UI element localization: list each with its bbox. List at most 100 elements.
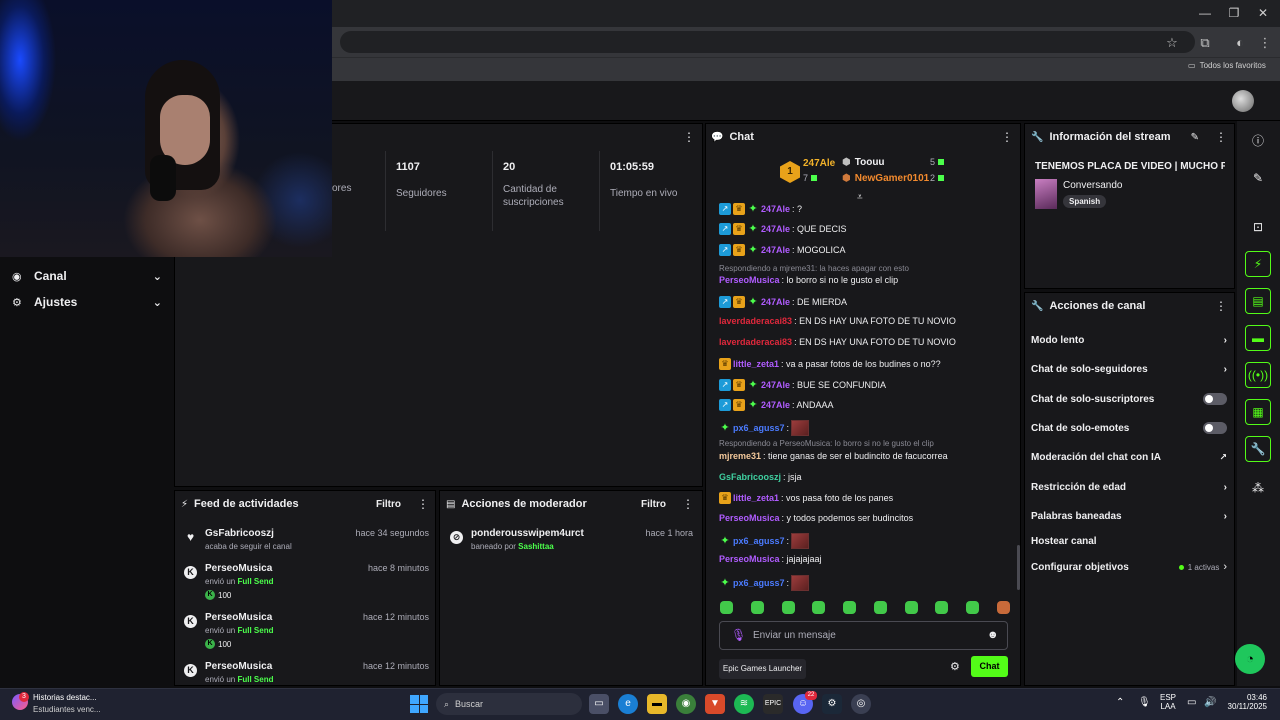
- chat-message[interactable]: ♛ little_zeta1: vos pasa foto de los pane…: [719, 492, 893, 504]
- volume-icon[interactable]: 🔊: [1204, 697, 1216, 708]
- stats-menu-icon[interactable]: ⋮: [683, 130, 695, 144]
- chat-username[interactable]: GsFabricooszj: [719, 472, 781, 482]
- action-subscribers-only[interactable]: Chat de solo-suscriptores: [1031, 391, 1227, 407]
- mod-action-item[interactable]: ⊘ ponderousswipem4urct hace 1 hora banea…: [450, 528, 693, 556]
- tray-mic-icon[interactable]: 🎙: [1138, 697, 1151, 708]
- chat-username[interactable]: laverdaderacai83: [719, 316, 792, 326]
- emote-icon[interactable]: [935, 601, 949, 614]
- widget-title[interactable]: Historias destac...: [33, 693, 97, 702]
- leaderboard-second[interactable]: ⬢ Toouu: [842, 157, 885, 168]
- emote-icon[interactable]: [843, 601, 857, 614]
- mod-actions-menu-icon[interactable]: ⋮: [682, 497, 694, 511]
- all-bookmarks[interactable]: ▭ Todos los favoritos: [1188, 61, 1266, 70]
- emote-icon[interactable]: [750, 601, 764, 614]
- obs-icon[interactable]: ◎: [851, 694, 871, 714]
- chat-username[interactable]: 247Ale: [761, 297, 790, 307]
- browser-menu-icon[interactable]: ⋮: [1256, 34, 1274, 52]
- edit-icon[interactable]: ✎: [1191, 132, 1199, 143]
- action-followers-only[interactable]: Chat de solo-seguidores ›: [1031, 361, 1227, 377]
- maximize-icon[interactable]: ❐: [1224, 4, 1244, 22]
- chat-username[interactable]: px6_aguss7: [733, 536, 785, 546]
- sidebar-item-canal[interactable]: ◉ Canal ⌄: [12, 266, 162, 286]
- chat-message[interactable]: ↗ ♛ ✦ 247Ale: ANDAAA: [719, 399, 834, 411]
- chat-menu-icon[interactable]: ⋮: [1001, 130, 1013, 144]
- action-configure-goals[interactable]: Configurar objetivos 1 activas ›: [1031, 559, 1227, 575]
- microphone-icon[interactable]: 🎙: [731, 628, 746, 642]
- stream-info-menu-icon[interactable]: ⋮: [1215, 130, 1227, 144]
- chat-message[interactable]: ✦ px6_aguss7:: [719, 575, 810, 591]
- capture-icon[interactable]: ⊡: [1245, 216, 1271, 238]
- chat-username[interactable]: 247Ale: [761, 245, 790, 255]
- chat-username[interactable]: 247Ale: [761, 380, 790, 390]
- emote-icon[interactable]: [996, 601, 1010, 614]
- windows-start-icon[interactable]: [410, 695, 428, 713]
- mod-actions-filter-button[interactable]: Filtro: [641, 499, 666, 510]
- chat-message[interactable]: ↗ ♛ ✦ 247Ale: MOGOLICA: [719, 244, 846, 256]
- taskbar-search[interactable]: ⌕ Buscar: [436, 693, 582, 715]
- chat-message[interactable]: ↗ ♛ ✦ 247Ale: ?: [719, 203, 802, 215]
- action-age-restriction[interactable]: Restricción de edad ›: [1031, 479, 1227, 495]
- action-ai-moderation[interactable]: Moderación del chat con IA ↗: [1031, 449, 1227, 465]
- network-icon[interactable]: ▭: [1187, 697, 1196, 708]
- chat-message[interactable]: ♛ little_zeta1: va a pasar fotos de los b…: [719, 358, 941, 370]
- leaderboard-third[interactable]: ⬢ NewGamer0101: [842, 173, 929, 184]
- rail-document-button[interactable]: ▤: [1245, 288, 1271, 314]
- chat-username[interactable]: PerseoMusica: [719, 554, 780, 564]
- chat-username[interactable]: little_zeta1: [733, 493, 779, 503]
- activity-item[interactable]: K PerseoMusica hace 8 minutos envió un F…: [184, 563, 429, 603]
- brave-icon[interactable]: ▼: [705, 694, 725, 714]
- chat-message[interactable]: laverdaderacai83: EN DS HAY UNA FOTO DE …: [719, 337, 956, 347]
- sidebar-item-ajustes[interactable]: ⚙ Ajustes ⌄: [12, 292, 162, 312]
- chat-message[interactable]: PerseoMusica: y todos podemos ser budinc…: [719, 513, 913, 523]
- activity-filter-button[interactable]: Filtro: [376, 499, 401, 510]
- epic-games-icon[interactable]: EPIC: [763, 694, 783, 714]
- chat-username[interactable]: laverdaderacai83: [719, 337, 792, 347]
- chat-username[interactable]: px6_aguss7: [733, 423, 785, 433]
- rail-bolt-button[interactable]: ⚡: [1245, 251, 1271, 277]
- action-emotes-only[interactable]: Chat de solo-emotes: [1031, 420, 1227, 436]
- emote-icon[interactable]: [904, 601, 918, 614]
- close-icon[interactable]: ✕: [1253, 4, 1273, 22]
- chat-message[interactable]: mjreme31: tiene ganas de ser el budincit…: [719, 451, 948, 461]
- support-fab-button[interactable]: ◔: [1235, 644, 1265, 674]
- emoji-icon[interactable]: ☻: [987, 629, 999, 641]
- emote-icon[interactable]: [873, 601, 887, 614]
- address-bar[interactable]: [340, 31, 1195, 53]
- clock[interactable]: 03:46 30/11/2025: [1225, 693, 1267, 711]
- action-slow-mode[interactable]: Modo lento ›: [1031, 332, 1227, 348]
- file-explorer-icon[interactable]: ▬: [647, 694, 667, 714]
- star-icon[interactable]: ☆: [1163, 34, 1181, 52]
- pencil-icon[interactable]: ✎: [1245, 167, 1271, 189]
- task-view-icon[interactable]: ▭: [589, 694, 609, 714]
- chat-username[interactable]: PerseoMusica: [719, 275, 780, 285]
- emote-icon[interactable]: [812, 601, 826, 614]
- chat-message[interactable]: laverdaderacai83: EN DS HAY UNA FOTO DE …: [719, 316, 956, 326]
- emote-icon[interactable]: [781, 601, 795, 614]
- chat-message[interactable]: ↗ ♛ ✦ 247Ale: BUE SE CONFUNDIA: [719, 379, 886, 391]
- activity-item[interactable]: K PerseoMusica hace 12 minutos envió un …: [184, 661, 429, 684]
- chat-message[interactable]: ↗ ♛ ✦ 247Ale: DE MIERDA: [719, 296, 847, 308]
- activity-menu-icon[interactable]: ⋮: [417, 497, 429, 511]
- chat-username[interactable]: mjreme31: [719, 451, 761, 461]
- source-button[interactable]: Epic Games Launcher: [719, 659, 806, 679]
- spotify-icon[interactable]: ≋: [734, 694, 754, 714]
- steam-icon[interactable]: ⚙: [822, 694, 842, 714]
- tray-chevron-icon[interactable]: ⌃: [1116, 697, 1124, 708]
- rail-broadcast-button[interactable]: ((•)): [1245, 362, 1271, 388]
- chat-message[interactable]: ↗ ♛ ✦ 247Ale: QUE DECIS: [719, 223, 847, 235]
- subscribers-only-toggle[interactable]: [1203, 393, 1227, 405]
- chat-message[interactable]: GsFabricooszj: jsja: [719, 472, 802, 482]
- chat-scrollbar[interactable]: [1017, 545, 1020, 590]
- chat-message[interactable]: ✦ px6_aguss7:: [719, 420, 810, 436]
- chat-username[interactable]: 247Ale: [761, 224, 790, 234]
- stream-category[interactable]: Conversando: [1063, 180, 1122, 191]
- minimize-icon[interactable]: —: [1195, 4, 1215, 22]
- chat-username[interactable]: PerseoMusica: [719, 513, 780, 523]
- extensions-icon[interactable]: ⧉: [1196, 34, 1214, 52]
- emotes-only-toggle[interactable]: [1203, 422, 1227, 434]
- activity-item[interactable]: ♥ GsFabricooszj hace 34 segundos acaba d…: [184, 528, 429, 558]
- emote-icon[interactable]: [966, 601, 980, 614]
- activity-item[interactable]: K PerseoMusica hace 12 minutos envió un …: [184, 612, 429, 652]
- action-host-channel[interactable]: Hostear canal: [1031, 533, 1227, 549]
- chat-message[interactable]: PerseoMusica: lo borro si no le gusto el…: [719, 275, 898, 285]
